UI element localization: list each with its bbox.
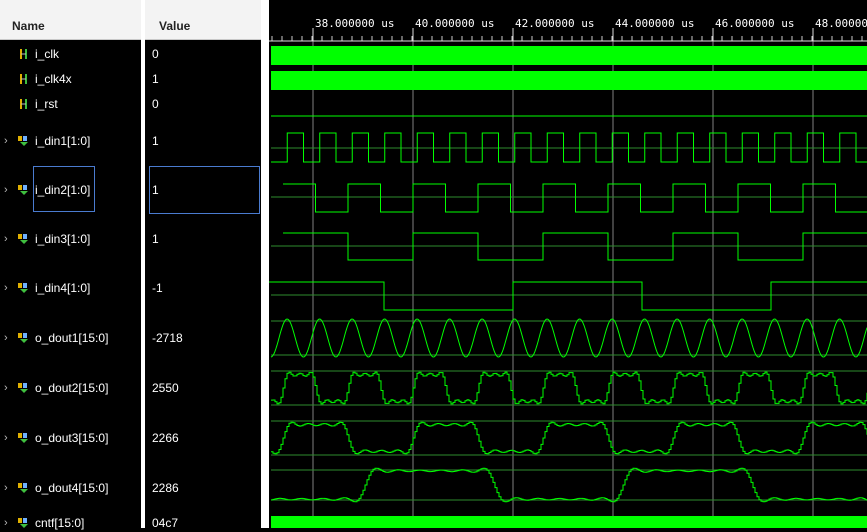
signal-name: cntf[15:0] bbox=[35, 516, 85, 530]
signal-value[interactable]: 1 bbox=[152, 132, 159, 150]
expand-chevron-icon[interactable]: › bbox=[4, 230, 8, 248]
ruler-time-label: 42.000000 us bbox=[515, 17, 594, 30]
expand-chevron-icon[interactable]: › bbox=[4, 379, 8, 397]
expand-chevron-icon[interactable]: › bbox=[4, 181, 8, 199]
ruler-time-label: 46.000000 us bbox=[715, 17, 794, 30]
signal-row-i-din3[interactable]: › i_din3[1:0] bbox=[0, 230, 141, 248]
signal-row-o-dout2[interactable]: › o_dout2[15:0] bbox=[0, 379, 141, 397]
expand-chevron-icon[interactable]: › bbox=[4, 329, 8, 347]
bus-signal-icon bbox=[18, 282, 30, 294]
signal-value[interactable]: 2286 bbox=[152, 479, 179, 497]
ruler-time-label: 38.000000 us bbox=[315, 17, 394, 30]
signal-name: i_clk4x bbox=[35, 72, 72, 86]
signal-value[interactable]: 0 bbox=[152, 45, 159, 63]
signal-row-o-dout1[interactable]: › o_dout1[15:0] bbox=[0, 329, 141, 347]
wave-pane-splitter[interactable] bbox=[261, 0, 269, 528]
signal-name: i_din4[1:0] bbox=[35, 281, 91, 295]
bus-signal-icon bbox=[18, 233, 30, 245]
signal-value[interactable]: -2718 bbox=[152, 329, 183, 347]
expand-chevron-icon[interactable]: › bbox=[4, 429, 8, 447]
signal-name: o_dout3[15:0] bbox=[35, 431, 109, 445]
signal-row-i-clk[interactable]: i_clk bbox=[0, 45, 141, 63]
signal-name: o_dout2[15:0] bbox=[35, 381, 109, 395]
name-column-header[interactable]: Name bbox=[0, 0, 141, 40]
value-column-header[interactable]: Value bbox=[145, 0, 261, 40]
expand-chevron-icon[interactable]: › bbox=[4, 479, 8, 497]
bus-signal-icon bbox=[18, 482, 30, 494]
selected-signal-value-box[interactable] bbox=[149, 166, 260, 214]
expand-chevron-icon[interactable]: › bbox=[4, 279, 8, 297]
bus-signal-icon bbox=[18, 432, 30, 444]
bus-signal-icon bbox=[18, 184, 30, 196]
selected-signal-name-box[interactable] bbox=[33, 166, 95, 212]
name-value-splitter[interactable] bbox=[141, 0, 145, 528]
signal-row-i-rst[interactable]: i_rst bbox=[0, 95, 141, 113]
bus-signal-icon bbox=[18, 517, 30, 529]
signal-row-i-din1[interactable]: › i_din1[1:0] bbox=[0, 132, 141, 150]
signal-value[interactable]: 2550 bbox=[152, 379, 179, 397]
signal-name: i_din1[1:0] bbox=[35, 134, 91, 148]
cntf-wave bbox=[271, 516, 867, 528]
signal-row-o-dout4[interactable]: › o_dout4[15:0] bbox=[0, 479, 141, 497]
signal-name: i_clk bbox=[35, 47, 60, 61]
bus-signal-icon bbox=[18, 382, 30, 394]
signal-value[interactable]: 1 bbox=[152, 230, 159, 248]
ruler-time-label: 48.000000 us bbox=[815, 17, 867, 30]
bus-signal-icon bbox=[18, 332, 30, 344]
signal-name: o_dout4[15:0] bbox=[35, 481, 109, 495]
signal-value[interactable]: 04c7 bbox=[152, 514, 178, 532]
signal-name: i_rst bbox=[35, 97, 58, 111]
ruler-time-label: 40.000000 us bbox=[415, 17, 494, 30]
signal-row-cntf[interactable]: › cntf[15:0] bbox=[0, 514, 141, 532]
bit-signal-icon bbox=[18, 73, 30, 85]
i-clk4x-wave bbox=[271, 71, 867, 90]
signal-name: i_din3[1:0] bbox=[35, 232, 91, 246]
signal-name: o_dout1[15:0] bbox=[35, 331, 109, 345]
ruler-time-label: 44.000000 us bbox=[615, 17, 694, 30]
bit-signal-icon bbox=[18, 98, 30, 110]
bus-signal-icon bbox=[18, 135, 30, 147]
waveform-viewer[interactable]: 38.000000 us 40.000000 us 42.000000 us 44.0… bbox=[269, 0, 867, 528]
signal-row-o-dout3[interactable]: › o_dout3[15:0] bbox=[0, 429, 141, 447]
signal-value[interactable]: 2266 bbox=[152, 429, 179, 447]
signal-value[interactable]: 1 bbox=[152, 70, 159, 88]
signal-row-i-clk4x[interactable]: i_clk4x bbox=[0, 70, 141, 88]
signal-value[interactable]: 0 bbox=[152, 95, 159, 113]
signal-value[interactable]: -1 bbox=[152, 279, 163, 297]
i-clk-wave bbox=[271, 46, 867, 65]
expand-chevron-icon[interactable]: › bbox=[4, 514, 8, 532]
bit-signal-icon bbox=[18, 48, 30, 60]
expand-chevron-icon[interactable]: › bbox=[4, 132, 8, 150]
signal-row-i-din4[interactable]: › i_din4[1:0] bbox=[0, 279, 141, 297]
